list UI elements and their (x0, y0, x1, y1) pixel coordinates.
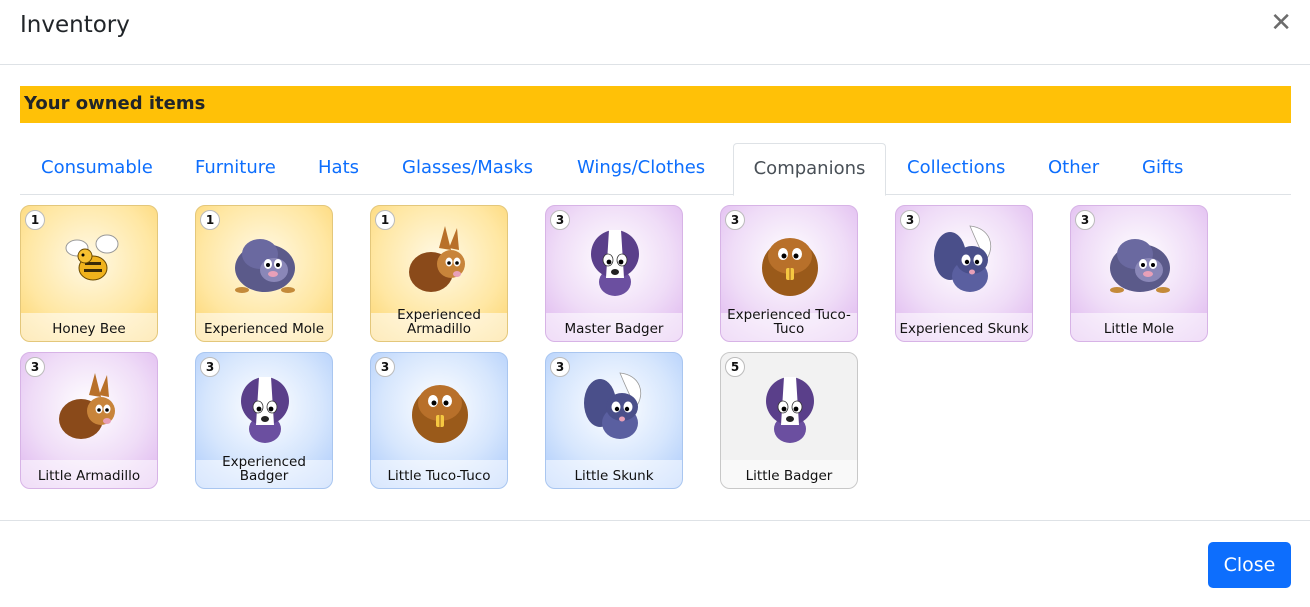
skunk-icon (584, 372, 642, 439)
item-card[interactable]: 3 Little Mole (1070, 205, 1208, 342)
armadillo-icon (409, 226, 465, 292)
badger-icon (591, 230, 639, 296)
item-count-badge: 1 (200, 210, 220, 230)
close-button[interactable]: Close (1208, 542, 1291, 588)
tab-glasses-masks[interactable]: Glasses/Masks (381, 143, 555, 195)
item-name: Experienced Skunk (896, 313, 1032, 341)
tab-furniture[interactable]: Furniture (174, 143, 297, 195)
tab-companions[interactable]: Companions (733, 143, 886, 196)
item-card[interactable]: 3 Experienced Badger (195, 352, 333, 489)
item-count-badge: 3 (725, 210, 745, 230)
tab-collections[interactable]: Collections (886, 143, 1028, 195)
item-count-badge: 3 (200, 357, 220, 377)
item-card[interactable]: 5 Little Badger (720, 352, 858, 489)
item-count-badge: 3 (550, 357, 570, 377)
item-count-badge: 1 (25, 210, 45, 230)
item-count-badge: 5 (725, 357, 745, 377)
inventory-modal: Inventory ✕ Your owned items Consumable … (0, 0, 1310, 607)
item-name: Experienced Mole (196, 313, 332, 341)
item-name: Master Badger (546, 313, 682, 341)
item-count-badge: 3 (550, 210, 570, 230)
close-icon[interactable]: ✕ (1270, 9, 1292, 37)
modal-footer: Close (0, 520, 1310, 607)
item-count-badge: 3 (1075, 210, 1095, 230)
item-card[interactable]: 3 Little Tuco-Tuco (370, 352, 508, 489)
item-card[interactable]: 1 Experienced Armadillo (370, 205, 508, 342)
item-name: Experienced Tuco-Tuco (721, 308, 857, 341)
item-card[interactable]: 3 Experienced Skunk (895, 205, 1033, 342)
item-name: Little Badger (721, 460, 857, 488)
tab-wings-clothes[interactable]: Wings/Clothes (556, 143, 733, 195)
modal-header: Inventory ✕ (0, 0, 1310, 65)
modal-title: Inventory (20, 12, 130, 38)
item-card[interactable]: 3 Master Badger (545, 205, 683, 342)
item-name: Little Skunk (546, 460, 682, 488)
item-card[interactable]: 1 Experienced Mole (195, 205, 333, 342)
tuco-tuco-icon (762, 238, 818, 296)
item-count-badge: 3 (25, 357, 45, 377)
owned-items-banner: Your owned items (20, 86, 1291, 123)
item-name: Little Mole (1071, 313, 1207, 341)
item-name: Experienced Armadillo (371, 308, 507, 341)
badger-icon (766, 377, 814, 443)
tab-hats[interactable]: Hats (297, 143, 383, 195)
skunk-icon (934, 225, 992, 292)
item-name: Honey Bee (21, 313, 157, 341)
item-card[interactable]: 3 Experienced Tuco-Tuco (720, 205, 858, 342)
tab-other[interactable]: Other (1027, 143, 1121, 195)
armadillo-icon (59, 373, 115, 439)
item-card[interactable]: 1 Honey Bee (20, 205, 158, 342)
mole-icon (235, 239, 295, 293)
item-count-badge: 1 (375, 210, 395, 230)
mole-icon (1110, 239, 1170, 293)
category-tabs: Consumable Furniture Hats Glasses/Masks … (20, 143, 1291, 196)
tuco-tuco-icon (412, 385, 468, 443)
badger-icon (241, 377, 289, 443)
item-card[interactable]: 3 Little Skunk (545, 352, 683, 489)
tab-gifts[interactable]: Gifts (1121, 143, 1211, 195)
item-name: Experienced Badger (196, 455, 332, 488)
bee-icon (65, 234, 119, 281)
item-name: Little Armadillo (21, 460, 157, 488)
item-count-badge: 3 (375, 357, 395, 377)
tab-consumable[interactable]: Consumable (20, 143, 174, 195)
item-count-badge: 3 (900, 210, 920, 230)
item-name: Little Tuco-Tuco (371, 460, 507, 488)
item-card[interactable]: 3 Little Armadillo (20, 352, 158, 489)
